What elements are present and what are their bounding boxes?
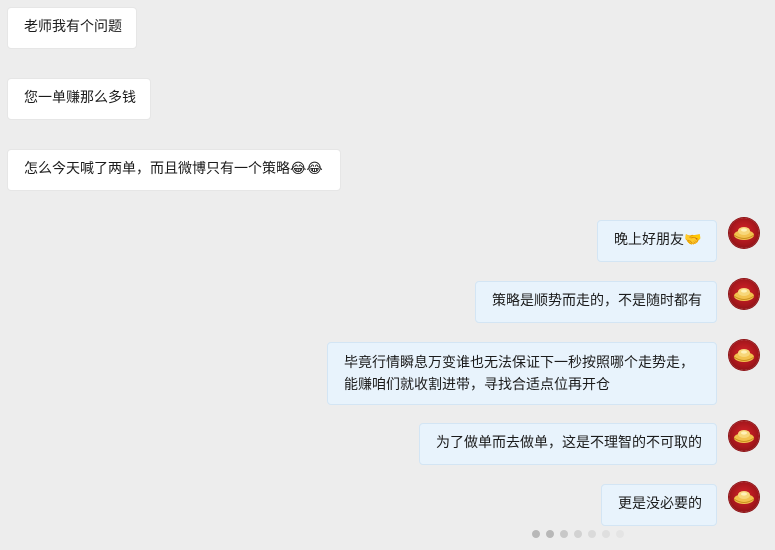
handshake-emoji-icon: 🤝 bbox=[684, 232, 702, 248]
message-text: 老师我有个问题 bbox=[24, 19, 122, 35]
outgoing-message-2[interactable]: 策略是顺势而走的，不是随时都有 bbox=[475, 281, 717, 323]
gold-ingot-avatar-icon[interactable] bbox=[729, 218, 759, 248]
outgoing-message-3[interactable]: 毕竟行情瞬息万变谁也无法保证下一秒按照哪个走势走， 能赚咱们就收割进带，寻找合适… bbox=[327, 342, 717, 405]
outgoing-message-1[interactable]: 晚上好朋友🤝 bbox=[597, 220, 717, 262]
gold-ingot-avatar-icon[interactable] bbox=[729, 482, 759, 512]
incoming-message-2[interactable]: 您一单赚那么多钱 bbox=[7, 78, 151, 120]
incoming-message-3[interactable]: 怎么今天喊了两单，而且微博只有一个策略😂😂 bbox=[7, 149, 341, 191]
message-text-line-2: 能赚咱们就收割进带，寻找合适点位再开仓 bbox=[344, 377, 610, 393]
gold-ingot-avatar-icon[interactable] bbox=[729, 279, 759, 309]
outgoing-message-5[interactable]: 更是没必要的 bbox=[601, 484, 717, 526]
laughing-emoji-icon: 😂😂 bbox=[290, 161, 323, 177]
message-text: 怎么今天喊了两单，而且微博只有一个策略 bbox=[24, 161, 290, 177]
scroll-indicator[interactable] bbox=[532, 530, 732, 538]
message-text-line-1: 毕竟行情瞬息万变谁也无法保证下一秒按照哪个走势走， bbox=[344, 355, 694, 371]
message-text: 更是没必要的 bbox=[618, 496, 702, 512]
incoming-message-1[interactable]: 老师我有个问题 bbox=[7, 7, 137, 49]
message-text: 为了做单而去做单，这是不理智的不可取的 bbox=[436, 435, 702, 451]
message-text: 策略是顺势而走的，不是随时都有 bbox=[492, 293, 702, 309]
message-text: 您一单赚那么多钱 bbox=[24, 90, 136, 106]
gold-ingot-avatar-icon[interactable] bbox=[729, 421, 759, 451]
gold-ingot-avatar-icon[interactable] bbox=[729, 340, 759, 370]
message-text: 晚上好朋友 bbox=[614, 232, 684, 248]
outgoing-message-4[interactable]: 为了做单而去做单，这是不理智的不可取的 bbox=[419, 423, 717, 465]
